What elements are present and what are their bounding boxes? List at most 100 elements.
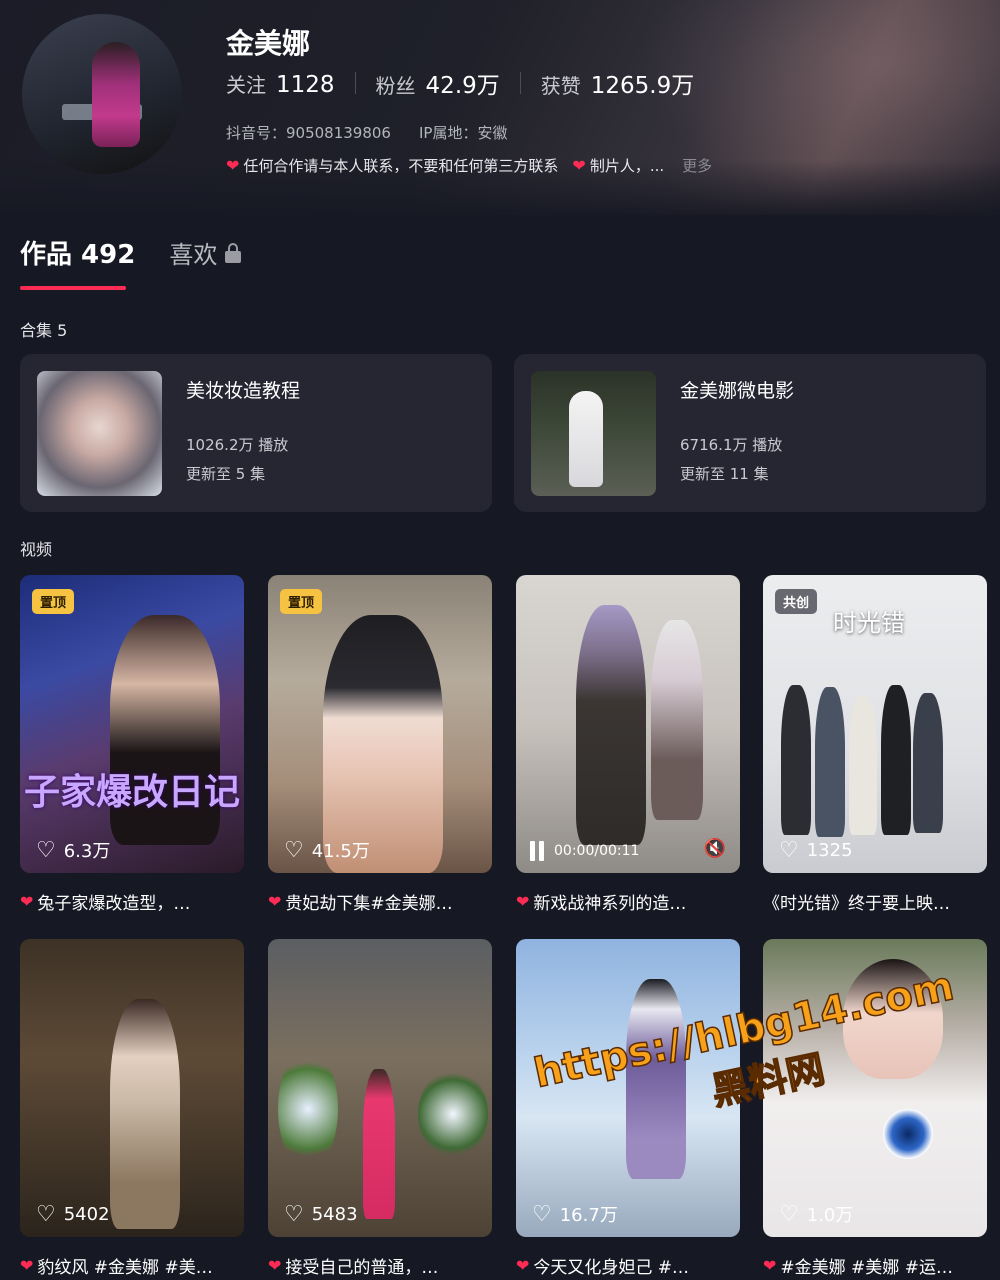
collection-thumbnail [531, 371, 656, 496]
collection-update: 更新至 5 集 [186, 465, 266, 483]
video-card[interactable]: ♡ 16.7万 ❤ 今天又化身妲己 #… [516, 939, 740, 1278]
tab-likes[interactable]: 喜欢 [169, 235, 242, 270]
videos-label: 视频 [20, 540, 53, 559]
stat-label: 关注 [226, 72, 266, 97]
ip-location: IP属地：安徽 [418, 124, 508, 142]
profile-meta: 抖音号：90508139806 IP属地：安徽 [226, 122, 507, 143]
heart-icon: ❤ [516, 892, 530, 911]
video-cover: ♡ 16.7万 [516, 939, 740, 1237]
heart-outline-icon: ♡ [284, 837, 304, 863]
collections-label: 合集 5 [20, 321, 68, 340]
tab-works[interactable]: 作品 492 [20, 234, 135, 271]
like-count-value: 6.3万 [63, 841, 111, 862]
bio-text: 任何合作请与本人联系，不要和任何第三方联系 [243, 157, 559, 175]
lock-icon [225, 242, 242, 263]
cover-overlay-text: 子家爆改日记 [24, 772, 241, 813]
cover-figure [849, 695, 877, 835]
stat-label: 获赞 [540, 74, 581, 98]
caption-text: 兔子家爆改造型，… [37, 894, 191, 914]
heart-icon: ❤ [572, 156, 586, 175]
caption-text: 新戏战神系列的造… [533, 894, 687, 914]
heart-outline-icon: ♡ [284, 1202, 304, 1227]
cover-figure [651, 620, 703, 820]
video-cover: 共创 时光错 ♡ 1325 [763, 575, 987, 873]
cover-figure [815, 687, 845, 837]
stat-value: 1265.9万 [590, 73, 695, 99]
heart-outline-icon: ♡ [36, 1202, 56, 1227]
like-count: ♡ 16.7万 [532, 1201, 618, 1227]
cover-overlay-text: 时光错 [833, 609, 905, 637]
caption-text: 豹纹风 #金美娜 #美… [37, 1258, 213, 1278]
collection-plays: 6716.1万 播放 [680, 436, 783, 454]
like-count-value: 1.0万 [806, 1205, 854, 1226]
pause-icon[interactable] [530, 841, 544, 861]
heart-outline-icon: ♡ [532, 1201, 552, 1227]
stat-label: 粉丝 [375, 74, 416, 98]
like-count-value: 5402 [63, 1204, 110, 1225]
collection-thumbnail [37, 371, 162, 496]
mute-icon[interactable]: 🔇 [704, 838, 726, 859]
heart-outline-icon: ♡ [779, 838, 799, 863]
avatar[interactable] [22, 14, 182, 174]
like-count-value: 16.7万 [559, 1205, 618, 1226]
heart-icon: ❤ [268, 1256, 282, 1275]
cover-flowers [418, 1069, 488, 1159]
profile-tabs: 作品 492 喜欢 [20, 234, 242, 271]
bio-tail: 制片人，... [589, 157, 665, 175]
video-cover: 置顶 ♡ 41.5万 [268, 575, 492, 873]
video-caption: ❤ 豹纹风 #金美娜 #美… [20, 1253, 244, 1278]
stat-followers[interactable]: 粉丝 42.9万 [376, 66, 500, 100]
video-card[interactable]: 置顶 子家爆改日记 ♡ 6.3万 ❤ 兔子家爆改造型，… [20, 575, 244, 914]
video-card[interactable]: ♡ 5483 ❤ 接受自己的普通，… [268, 939, 492, 1278]
like-count-value: 5483 [311, 1204, 358, 1225]
video-caption: 《时光错》终于要上映… [763, 889, 987, 914]
caption-text: 贵妃劫下集#金美娜… [285, 894, 453, 914]
more-link[interactable]: 更多 [682, 155, 712, 176]
heart-icon: ❤ [20, 892, 34, 911]
video-card[interactable]: 置顶 ♡ 41.5万 ❤ 贵妃劫下集#金美娜… [268, 575, 492, 914]
collection-title: 美妆妆造教程 [186, 380, 301, 402]
stat-value: 42.9万 [425, 73, 500, 99]
profile-bio: ❤ 任何合作请与本人联系，不要和任何第三方联系 ❤ 制片人，... 更多 [226, 155, 712, 176]
video-caption: ❤ 今天又化身妲己 #… [516, 1253, 740, 1278]
like-count: ♡ 1325 [779, 838, 853, 863]
heart-icon: ❤ [268, 892, 282, 911]
stat-following[interactable]: 关注 1128 [226, 69, 335, 98]
divider [519, 72, 521, 94]
like-count: ♡ 6.3万 [36, 837, 110, 863]
heart-icon: ❤ [763, 1256, 777, 1275]
video-cover: ♡ 5483 [268, 939, 492, 1237]
avatar-figure [92, 42, 140, 147]
collection-card[interactable]: 金美娜微电影 6716.1万 播放 更新至 11 集 [514, 354, 986, 512]
video-card[interactable]: 00:00/00:11 🔇 ❤ 新戏战神系列的造… [516, 575, 740, 914]
cover-shirt-eye [883, 1109, 933, 1159]
caption-text: 接受自己的普通，… [285, 1258, 439, 1278]
heart-outline-icon: ♡ [779, 1201, 799, 1227]
pin-badge: 置顶 [32, 589, 75, 614]
collection-update: 更新至 11 集 [680, 465, 769, 483]
cover-figure [363, 1069, 395, 1219]
video-cover: ♡ 5402 [20, 939, 244, 1237]
cover-figure [881, 685, 911, 835]
divider [354, 72, 356, 94]
co-create-badge: 共创 [775, 589, 818, 614]
profile-stats: 关注 1128 粉丝 42.9万 获赞 1265.9万 [226, 66, 694, 100]
video-card[interactable]: 共创 时光错 ♡ 1325 《时光错》终于要上映… [763, 575, 987, 914]
cover-figure [781, 685, 811, 835]
video-card[interactable]: ♡ 5402 ❤ 豹纹风 #金美娜 #美… [20, 939, 244, 1278]
video-caption: ❤ 接受自己的普通，… [268, 1253, 492, 1278]
caption-text: 今天又化身妲己 #… [533, 1258, 690, 1278]
video-cover: 00:00/00:11 🔇 [516, 575, 740, 873]
video-caption: ❤ 新戏战神系列的造… [516, 889, 740, 914]
video-card[interactable]: ♡ 1.0万 ❤ #金美娜 #美娜 #运… [763, 939, 987, 1278]
video-cover: ♡ 1.0万 [763, 939, 987, 1237]
cover-figure [913, 693, 943, 833]
collection-card[interactable]: 美妆妆造教程 1026.2万 播放 更新至 5 集 [20, 354, 492, 512]
tab-active-indicator [20, 286, 126, 290]
cover-figure [576, 605, 646, 845]
like-count-value: 1325 [806, 840, 853, 861]
heart-icon: ❤ [20, 1256, 34, 1275]
cover-figure [110, 999, 180, 1229]
video-cover: 置顶 子家爆改日记 ♡ 6.3万 [20, 575, 244, 873]
like-count: ♡ 5402 [36, 1202, 110, 1227]
